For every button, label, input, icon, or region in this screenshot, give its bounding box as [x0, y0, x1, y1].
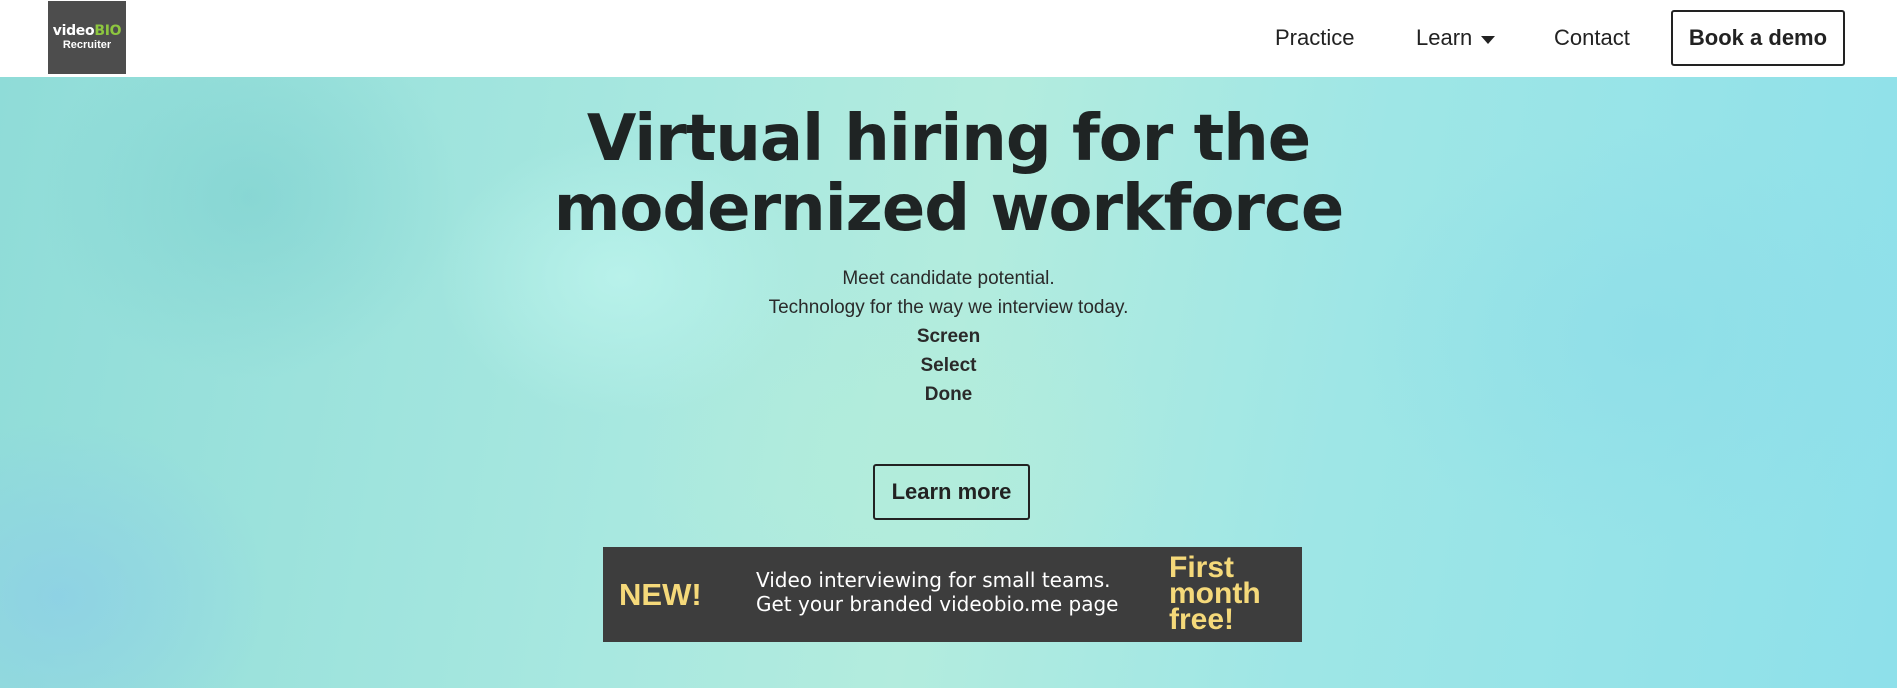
tagline-candidate-potential: Meet candidate potential. [842, 268, 1055, 289]
banner-text-line-2: Get your branded videobio.me page [756, 592, 1119, 616]
banner-new-label: NEW! [619, 577, 702, 612]
banner-text-line-1: Video interviewing for small teams. [756, 568, 1111, 592]
hero-headline-line-1: Virtual hiring for the [586, 102, 1311, 176]
banner-free-line-3: free! [1169, 603, 1235, 636]
hero-headline-line-2: modernized workforce [553, 172, 1345, 246]
promo-banner[interactable]: NEW! Video interviewing for small teams.… [603, 547, 1302, 642]
banner-free-offer: First month free! [1169, 553, 1261, 636]
tagline-screen: Screen [916, 326, 981, 347]
tagline-technology: Technology for the way we interview toda… [768, 297, 1129, 318]
nav-practice-link[interactable]: Practice [1275, 24, 1354, 52]
logo-subtitle: Recruiter [62, 39, 112, 51]
site-header: videoBIO Recruiter Practice Learn Contac… [0, 0, 1897, 77]
banner-description: Video interviewing for small teams. Get … [756, 568, 1118, 616]
nav-contact-link[interactable]: Contact [1554, 24, 1630, 52]
logo-wordmark: videoBIO [52, 23, 122, 39]
book-demo-button[interactable]: Book a demo [1671, 10, 1845, 66]
tagline-select: Select [920, 355, 977, 376]
nav-learn-dropdown[interactable]: Learn [1416, 24, 1496, 52]
hero-headline: Virtual hiring for the modernized workfo… [0, 104, 1897, 244]
learn-more-button[interactable]: Learn more [873, 464, 1030, 520]
hero-section: Virtual hiring for the modernized workfo… [0, 77, 1897, 688]
nav-learn-label: Learn [1416, 25, 1473, 50]
caret-down-icon [1481, 35, 1496, 44]
videobio-recruiter-logo[interactable]: videoBIO Recruiter [48, 1, 126, 74]
tagline-done: Done [924, 384, 973, 405]
